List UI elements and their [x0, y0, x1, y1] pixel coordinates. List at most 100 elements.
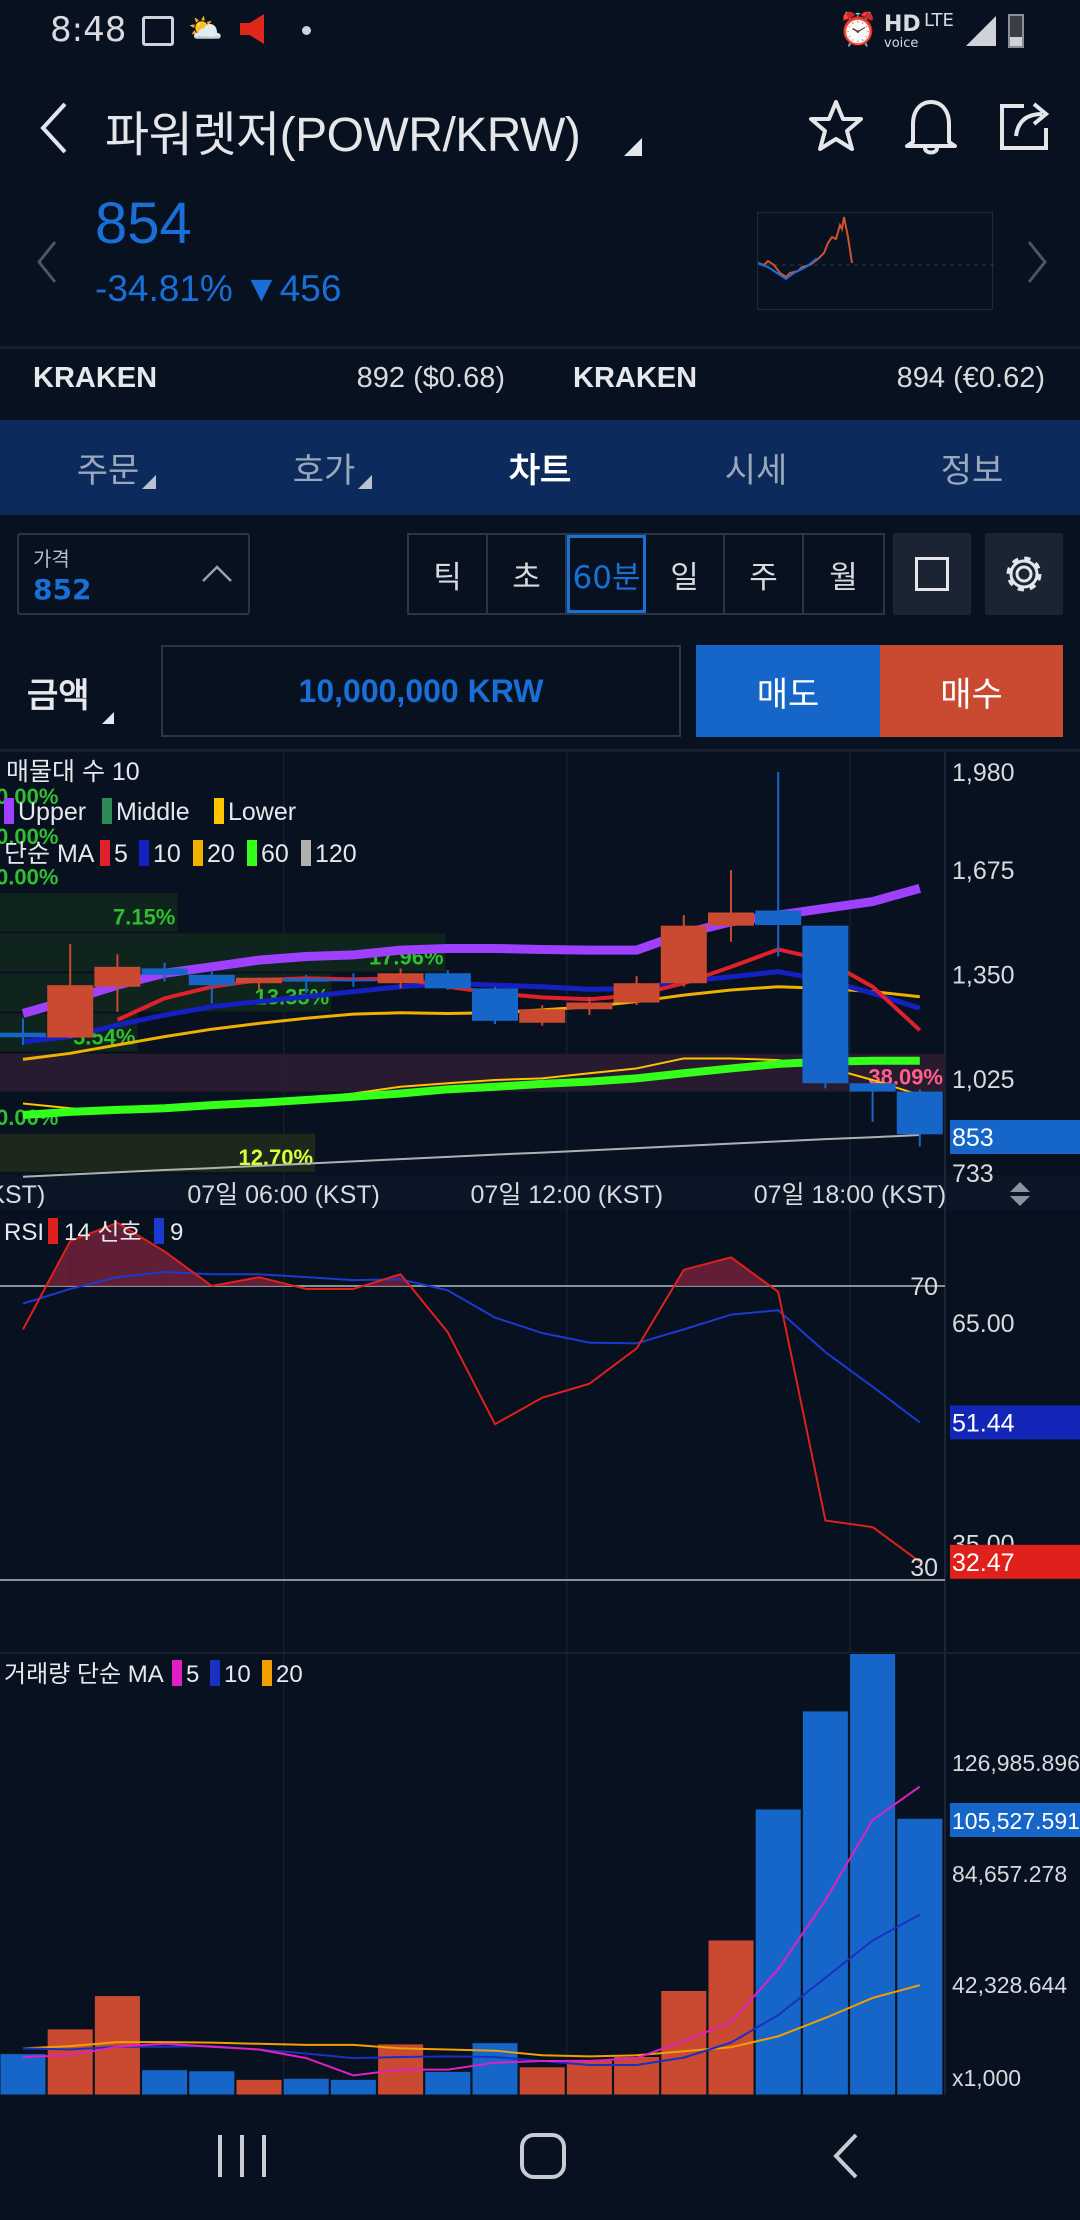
legend-swatch [48, 1218, 58, 1244]
period-60min[interactable]: 60분 [567, 535, 646, 613]
period-second[interactable]: 초 [488, 535, 567, 613]
legend-swatch [193, 840, 203, 866]
tab-chart[interactable]: 차트 [432, 420, 648, 515]
back-icon [833, 2133, 858, 2179]
amount-input[interactable]: 10,000,000 KRW [161, 645, 681, 737]
rsi-signal-line [22, 1271, 921, 1424]
volume-axis-tick: 84,657.278 [952, 1861, 1067, 1887]
candle-body [377, 973, 424, 984]
rsi-value-label: 32.47 [952, 1549, 1015, 1577]
volume-bar [141, 2069, 189, 2095]
status-bar: 8:48 ⛅ ⏰ HD voice LTE [0, 0, 1080, 65]
volume-bar [282, 2077, 330, 2095]
back-button[interactable] [35, 100, 75, 156]
system-nav-bar [0, 2095, 1080, 2220]
candle-body [283, 978, 330, 982]
tab-order[interactable]: 주문 [0, 420, 216, 515]
period-week[interactable]: 주 [725, 535, 804, 613]
candle-body [188, 974, 235, 986]
next-coin-button[interactable] [1025, 240, 1049, 288]
candle-body [613, 983, 660, 1003]
rsi-legend-label: RSI [4, 1219, 44, 1246]
candle-body [236, 977, 282, 984]
legend-bb-label: Upper [18, 798, 86, 826]
status-time: 8:48 [50, 10, 127, 50]
buy-button[interactable]: 매수 [880, 645, 1063, 737]
candle-body [0, 1032, 46, 1038]
mini-chart[interactable] [757, 212, 994, 310]
chevron-left-icon [40, 102, 67, 154]
volume-bar [424, 2070, 472, 2095]
period-day[interactable]: 일 [646, 535, 725, 613]
amount-label: 금액 [27, 676, 90, 716]
volume-bar [518, 2066, 566, 2095]
exchange-price: 892 ($0.68) [356, 362, 505, 394]
dot-icon [302, 26, 311, 35]
share-button[interactable] [998, 98, 1054, 158]
bell-icon [905, 100, 957, 155]
legend-swatch [139, 840, 149, 866]
price-change: -34.81% ▼456 [95, 268, 341, 310]
volume-legend-label: 거래량 단순 MA [4, 1661, 164, 1688]
time-axis-tick: 07일 12:00 (KST) [471, 1181, 664, 1209]
period-month[interactable]: 월 [804, 535, 883, 613]
volume-bar [188, 2070, 236, 2095]
legend-swatch [301, 840, 311, 866]
amount-dropdown-icon[interactable] [102, 712, 114, 724]
price-selector[interactable]: 가격 852 [17, 533, 250, 615]
change-amount: 456 [279, 268, 342, 309]
price-axis-tick: 1,980 [952, 759, 1015, 787]
tab-info[interactable]: 정보 [864, 420, 1080, 515]
volume-legend-period: 20 [276, 1661, 303, 1688]
voicemail-icon [142, 16, 174, 46]
alert-button[interactable] [903, 98, 959, 162]
price-axis-tick: 1,025 [952, 1066, 1015, 1094]
candle-body [47, 985, 94, 1038]
candle-body [755, 910, 802, 926]
candle-body [94, 966, 141, 987]
candle-body [472, 988, 518, 1021]
chevron-left-icon [37, 241, 57, 283]
period-tick[interactable]: 틱 [409, 535, 488, 613]
legend-ma-period: 10 [153, 840, 181, 868]
exchange-name: KRAKEN [573, 362, 698, 394]
chart-area[interactable]: 0.00%0.00%0.00%7.15%17.96%13.35%5.54%38.… [0, 752, 1080, 2095]
time-axis-tick: 07일 06:00 (KST) [187, 1181, 380, 1209]
sell-button[interactable]: 매도 [696, 645, 880, 737]
tab-market[interactable]: 시세 [648, 420, 864, 515]
gear-icon [1006, 556, 1042, 592]
prev-coin-button[interactable] [35, 240, 59, 288]
price-label: 가격 [33, 547, 70, 571]
back-nav-button[interactable] [830, 2131, 860, 2185]
chevron-up-icon [202, 565, 232, 582]
recent-apps-button[interactable] [218, 2135, 266, 2177]
price-value: 852 [33, 573, 92, 606]
legend-swatch [214, 798, 224, 824]
fullscreen-button[interactable] [893, 533, 971, 615]
chevron-right-icon [1027, 241, 1047, 283]
tab-orderbook[interactable]: 호가 [216, 420, 432, 515]
rsi-axis-tick: 30 [910, 1554, 938, 1582]
volume-legend-period: 5 [186, 1661, 199, 1688]
volume-bar [0, 2053, 47, 2095]
exchange-price: 894 (€0.62) [896, 362, 1045, 394]
volume-unit-label: x1,000 [952, 2065, 1021, 2091]
price-axis-tick: 1,675 [952, 857, 1015, 885]
settings-button[interactable] [985, 533, 1063, 615]
candle-body [708, 912, 754, 926]
home-button[interactable] [520, 2133, 566, 2179]
square-icon [915, 557, 949, 591]
lte-icon: LTE [924, 10, 954, 31]
candle-body [660, 925, 707, 984]
title-dropdown-icon[interactable] [624, 138, 642, 156]
divider [0, 346, 1080, 349]
page-title[interactable]: 파워렛저(POWR/KRW) [105, 95, 581, 165]
volume-bar [849, 1653, 897, 2095]
alarm-icon: ⏰ [838, 10, 878, 48]
candle-body [141, 968, 188, 975]
favorite-button[interactable] [808, 98, 864, 158]
tab-label: 정보 [940, 451, 1004, 491]
legend-swatch [4, 798, 14, 824]
volume-bar [235, 2078, 283, 2095]
volume-bar [46, 2028, 94, 2095]
